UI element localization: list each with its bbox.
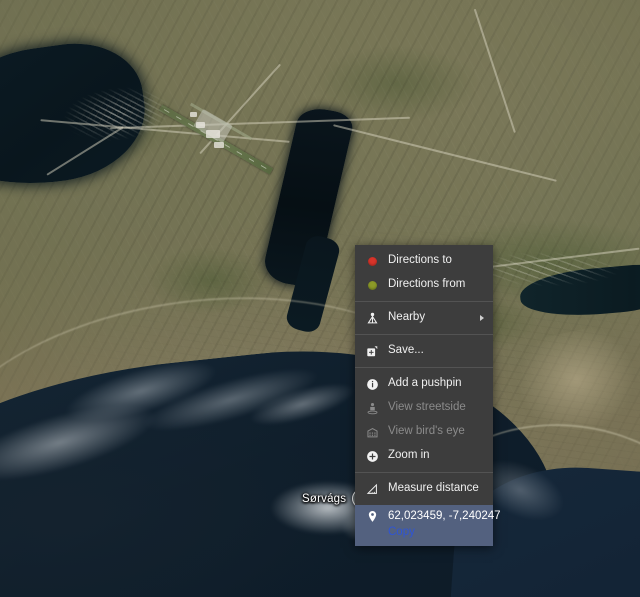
context-menu-group-save: Save... [355,334,493,367]
menu-item-label: Save... [388,344,424,357]
menu-item-directions-to[interactable]: Directions to [355,249,493,273]
menu-item-label: Nearby [388,311,426,324]
menu-item-label: Directions from [388,278,466,291]
menu-item-directions-from[interactable]: Directions from [355,273,493,297]
location-pin-icon [366,510,379,523]
menu-item-nearby[interactable]: Nearby [355,306,493,330]
streetside-icon [366,402,379,415]
coordinate-row[interactable]: 62,023459, -7,240247 Copy [355,505,501,546]
context-menu-group-tools: Measure distance [355,472,493,505]
menu-item-label: Add a pushpin [388,377,462,390]
map-building [196,122,205,128]
menu-item-measure-distance[interactable]: Measure distance [355,477,493,501]
chevron-right-icon [480,315,484,321]
menu-item-label: View streetside [388,401,466,414]
ruler-icon [366,483,379,496]
context-menu-group-place-actions: Add a pushpin View streetside View bird'… [355,367,493,472]
map-building [206,130,220,138]
menu-item-save[interactable]: Save... [355,339,493,363]
zoom-in-icon [366,450,379,463]
menu-item-label: Measure distance [388,482,479,495]
menu-item-zoom-in[interactable]: Zoom in [355,444,493,468]
coordinate-value: 62,023459, -7,240247 [388,510,501,522]
red-dot-icon [366,255,379,268]
green-dot-icon [366,279,379,292]
map-building [214,142,224,148]
menu-item-label: Directions to [388,254,452,267]
nearby-pin-icon [366,312,379,325]
aerial-map[interactable]: Sørvágs [0,0,640,597]
map-context-menu[interactable]: Directions to Directions from Nearby Sav… [355,245,501,546]
menu-item-add-pushpin[interactable]: Add a pushpin [355,372,493,396]
context-menu-group-nearby: Nearby [355,301,493,334]
screen: Sørvágs Directions to Directions from Ne… [0,0,640,597]
menu-item-view-birds-eye: View bird's eye [355,420,493,444]
menu-item-label: Zoom in [388,449,430,462]
save-icon [366,345,379,358]
menu-item-label: View bird's eye [388,425,465,438]
pushpin-info-icon [366,378,379,391]
copy-link[interactable]: Copy [388,525,415,539]
place-label-text: Sørvágs [302,492,347,505]
context-menu-group-directions: Directions to Directions from [355,245,493,301]
birds-eye-icon [366,426,379,439]
menu-item-view-streetside: View streetside [355,396,493,420]
map-building [190,112,197,117]
